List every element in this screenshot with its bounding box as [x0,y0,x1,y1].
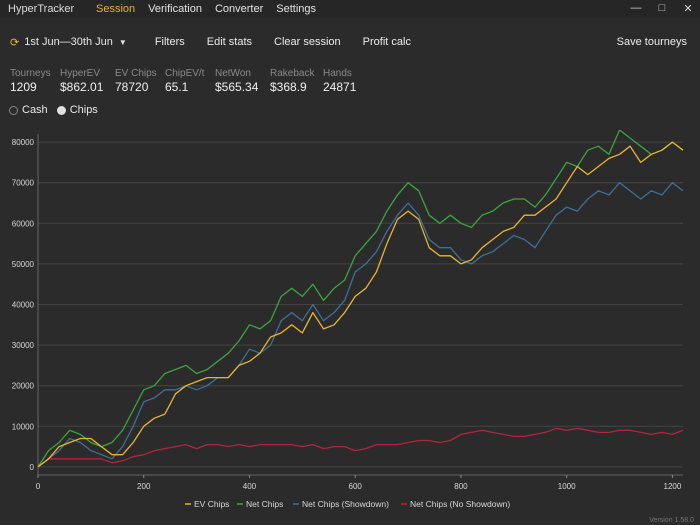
save-tourneys-button[interactable]: Save tourneys [617,36,687,48]
x-tick-label: 400 [243,482,257,491]
menu-session[interactable]: Session [96,3,135,15]
date-range-label: 1st Jun—30th Jun [24,36,113,48]
stat-value: $862.01 [60,80,104,94]
series-line-net-chips [37,130,684,468]
y-tick-label: 60000 [12,219,35,228]
stat-value: 1209 [10,80,37,94]
toolbar: ⟳ 1st Jun—30th Jun ▼ Filters Edit stats … [0,30,700,54]
x-tick-label: 600 [349,482,363,491]
menu-converter[interactable]: Converter [215,3,263,15]
window-controls: — □ ✕ [630,2,694,15]
view-toggle: Cash Chips [9,104,107,116]
x-tick-label: 0 [36,482,41,491]
series-line-net-chips-no-showdown [37,427,684,468]
y-tick-label: 0 [30,463,35,472]
stat-ev-chips: EV Chips 78720 [115,68,165,94]
minimize-icon[interactable]: — [630,2,642,15]
sync-icon: ⟳ [10,36,20,49]
y-tick-label: 20000 [12,382,35,391]
radio-unselected-icon [9,105,18,115]
stats-bar: Tourneys 1209 HyperEV $862.01 EV Chips 7… [10,68,373,94]
radio-selected-icon [56,105,66,115]
y-tick-label: 80000 [12,138,35,147]
legend-label: Net Chips (No Showdown) [410,499,510,509]
maximize-icon[interactable]: □ [656,2,668,15]
y-tick-label: 70000 [12,179,35,188]
y-tick-label: 40000 [12,301,35,310]
stat-value: 65.1 [165,80,189,94]
cash-label: Cash [22,104,48,116]
stat-label: NetWon [215,68,251,79]
chips-radio[interactable]: Chips [56,104,98,116]
stat-value: $565.34 [215,80,259,94]
edit-stats-button[interactable]: Edit stats [207,36,252,48]
menu-settings[interactable]: Settings [276,3,316,15]
chips-chart: 0100002000030000400005000060000700008000… [12,130,684,509]
stat-label: ChipEV/t [165,68,205,79]
stat-chipev-per-tourney: ChipEV/t 65.1 [165,68,215,94]
legend-label: EV Chips [194,499,229,509]
stat-label: EV Chips [115,68,157,79]
stat-value: 78720 [115,80,149,94]
stat-netwon: NetWon $565.34 [215,68,270,94]
profit-calc-button[interactable]: Profit calc [363,36,411,48]
stat-hyperev: HyperEV $862.01 [60,68,115,94]
title-bar: HyperTracker Session Verification Conver… [0,0,700,18]
chevron-down-icon: ▼ [118,37,127,47]
version-label: Version 1.58.0 [649,517,694,524]
stat-label: Rakeback [270,68,315,79]
clear-session-button[interactable]: Clear session [274,36,341,48]
y-tick-label: 50000 [12,260,35,269]
close-icon[interactable]: ✕ [682,2,694,15]
stat-label: Tourneys [10,68,51,79]
series-line-net-chips-showdown [37,182,684,468]
y-tick-label: 10000 [12,422,35,431]
stat-label: Hands [323,68,352,79]
date-range-dropdown[interactable]: ⟳ 1st Jun—30th Jun ▼ [10,36,127,49]
legend-label: Net Chips [246,499,283,509]
stat-tourneys: Tourneys 1209 [10,68,60,94]
y-tick-label: 30000 [12,341,35,350]
stat-label: HyperEV [60,68,101,79]
menu-verification[interactable]: Verification [148,3,202,15]
x-tick-label: 1200 [664,482,682,491]
x-tick-label: 1000 [558,482,576,491]
x-tick-label: 200 [137,482,151,491]
legend-label: Net Chips (Showdown) [302,499,389,509]
main-menu: Session Verification Converter Settings [96,3,329,15]
cash-radio[interactable]: Cash [9,104,48,116]
chips-label: Chips [69,104,98,116]
stat-rakeback: Rakeback $368.9 [270,68,323,94]
x-tick-label: 800 [454,482,468,491]
stat-value: $368.9 [270,80,307,94]
app-title: HyperTracker [8,3,75,15]
stat-value: 24871 [323,80,357,94]
filters-button[interactable]: Filters [155,36,185,48]
stat-hands: Hands 24871 [323,68,373,94]
